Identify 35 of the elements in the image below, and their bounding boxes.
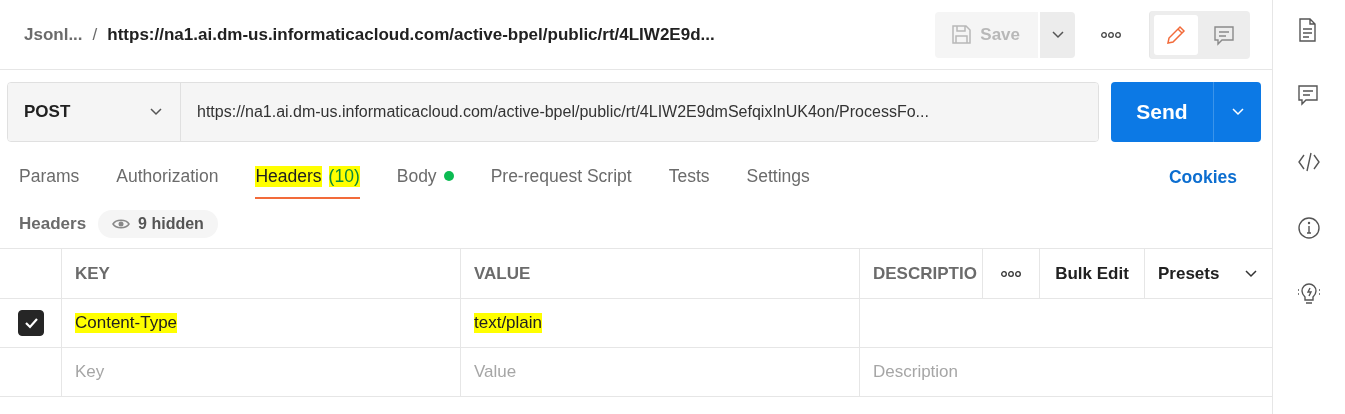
- tab[interactable]: Tests: [668, 155, 710, 199]
- comments-button[interactable]: [1297, 84, 1321, 108]
- edit-mode-button[interactable]: [1154, 14, 1198, 55]
- pencil-icon: [1165, 23, 1187, 46]
- bulk-edit-button[interactable]: Bulk Edit: [1040, 249, 1145, 299]
- column-header: DESCRIPTIO: [860, 249, 983, 299]
- info-button[interactable]: [1297, 216, 1321, 240]
- checkbox[interactable]: [17, 310, 44, 336]
- tips-button[interactable]: [1297, 282, 1321, 306]
- value-cell[interactable]: text/plain: [461, 299, 860, 348]
- hidden-headers-toggle[interactable]: 9 hidden: [98, 210, 218, 238]
- column-header: VALUE: [461, 249, 860, 299]
- tab[interactable]: Body: [396, 155, 454, 199]
- code-button[interactable]: [1297, 150, 1321, 174]
- ellipsis-icon: [1101, 30, 1121, 39]
- key-cell[interactable]: Content-Type: [62, 299, 461, 348]
- comment-icon: [1297, 84, 1321, 108]
- request-name[interactable]: https://na1.ai.dm-us.informaticacloud.com/active-bpel/public/rt/4LIW2E9d...: [107, 24, 936, 45]
- tab[interactable]: Settings: [746, 155, 810, 199]
- column-header: KEY: [62, 249, 461, 299]
- ellipsis-icon: [1001, 269, 1021, 278]
- code-icon: [1297, 150, 1321, 174]
- tab[interactable]: Headers (10): [255, 155, 360, 199]
- presets-dropdown[interactable]: Presets: [1145, 249, 1272, 299]
- info-icon: [1297, 216, 1321, 240]
- tab[interactable]: Authorization: [116, 155, 219, 199]
- breadcrumb-separator: /: [92, 24, 98, 45]
- lightbulb-icon: [1297, 282, 1321, 306]
- section-title: Headers: [19, 214, 87, 234]
- cookies-link[interactable]: Cookies: [1162, 165, 1243, 189]
- collection-name[interactable]: Jsonl...: [24, 24, 83, 45]
- tab[interactable]: Pre-request Script: [490, 155, 632, 199]
- comment-icon: [1213, 23, 1235, 46]
- tab[interactable]: Params: [19, 155, 80, 199]
- eye-icon: [112, 217, 131, 231]
